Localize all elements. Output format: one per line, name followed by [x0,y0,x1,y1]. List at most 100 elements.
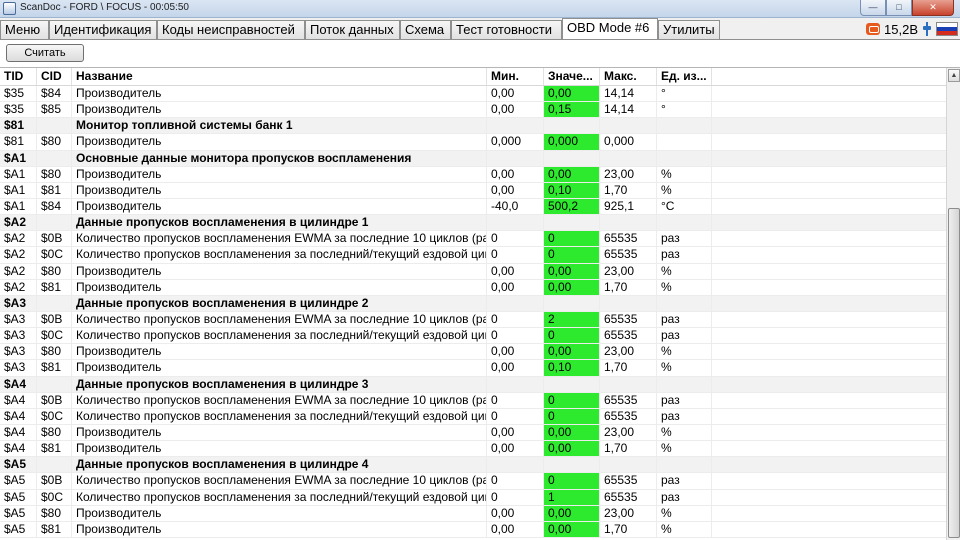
column-header-value[interactable]: Значе... [544,68,600,85]
cell-filler [712,441,946,456]
cell-unit: % [657,344,712,360]
cell-max: 1,70 [600,441,657,457]
cell-max: 65535 [600,408,657,424]
cell-filler [712,280,946,295]
app-icon [3,2,16,15]
cell-unit: % [657,505,712,521]
cell-name: Производитель [72,344,487,360]
tab-4[interactable]: Схема [400,20,451,39]
cell-unit [657,150,712,166]
tab-5[interactable]: Тест готовности [451,20,562,39]
group-row[interactable]: $A4 Данные пропусков воспламенения в цили… [0,376,946,393]
cell-tid: $A4 [0,424,37,441]
column-header-cid[interactable]: CID [37,68,72,85]
tab-7[interactable]: Утилиты [658,20,720,39]
scrollbar-thumb[interactable] [948,208,960,538]
cell-cid [37,150,72,166]
cell-min: 0 [487,392,544,408]
cell-filler [712,296,946,311]
table-row[interactable]: $A4 $80 Производитель 0,00 0,00 23,00% [0,424,946,442]
table-row[interactable]: $A2 $0B Количество пропусков воспламенения… [0,231,946,248]
table-row[interactable]: $A3 $81 Производитель 0,00 0,10 1,70% [0,360,946,377]
table-row[interactable]: $A4 $81 Производитель 0,00 0,00 1,70% [0,441,946,458]
table-row[interactable]: $A4 $0B Количество пропусков воспламенения… [0,392,946,409]
cell-filler [712,522,946,537]
tab-3[interactable]: Поток данных [305,20,400,39]
table-row[interactable]: $A1 $81 Производитель 0,00 0,10 1,70% [0,182,946,199]
table-row[interactable]: $35 $85 Производитель 0,00 0,15 14,14 ° [0,102,946,119]
cell-name: Данные пропусков воспламенения в цилиндр… [72,215,487,231]
cell-unit: % [657,166,712,182]
group-row[interactable]: $A1 Основные данные монитора пропусков во… [0,150,946,167]
table-row[interactable]: $A3 $0B Количество пропусков воспламенения… [0,311,946,329]
phone-icon[interactable] [866,23,881,35]
cell-val [544,150,600,166]
cell-filler [712,215,946,230]
tab-0[interactable]: Меню [0,20,49,39]
group-row[interactable]: $81 Монитор топливной системы банк 1 [0,118,946,135]
table-row[interactable]: $81 $80 Производитель 0,000 0,000 0,000 [0,134,946,151]
table-row[interactable]: $A2 $81 Производитель 0,00 0,00 1,70% [0,279,946,296]
table-row[interactable]: $A2 $80 Производитель 0,00 0,00 23,00% [0,263,946,280]
cell-name: Производитель [72,263,487,279]
cell-name: Производитель [72,441,487,457]
language-flag-icon[interactable] [936,22,958,36]
group-row[interactable]: $A5 Данные пропусков воспламенения в цили… [0,457,946,474]
cell-max: 1,70 [600,521,657,537]
cell-unit [657,295,712,311]
scroll-up-arrow-icon[interactable]: ▲ [948,69,960,82]
cell-val: 0,00 [544,521,600,537]
cell-filler [712,183,946,198]
group-row[interactable]: $A3 Данные пропусков воспламенения в цили… [0,295,946,312]
table-row[interactable]: $A1 $84 Производитель -40,0 500,2 925,1 °C [0,198,946,216]
table-row[interactable]: $A5 $0C Количество пропусков воспламенения… [0,489,946,506]
table-row[interactable]: $A1 $80 Производитель 0,00 0,00 23,00% [0,166,946,183]
close-button[interactable]: ✕ [912,0,954,16]
table-row[interactable]: $35 $84 Производитель 0,00 0,00 14,14 ° [0,86,946,103]
table-row[interactable]: $A5 $0B Количество пропусков воспламенения… [0,473,946,490]
vertical-scrollbar[interactable]: ▲ [946,68,960,540]
minimize-button[interactable]: — [860,0,886,16]
cell-name: Производитель [72,360,487,376]
maximize-button[interactable]: □ [886,0,912,16]
column-header-unit[interactable]: Ед. из... [657,68,712,85]
cell-tid: $A1 [0,166,37,182]
cell-filler [712,231,946,246]
column-header-max[interactable]: Макс. [600,68,657,85]
cell-max [600,118,657,134]
table-row[interactable]: $A5 $81 Производитель 0,00 0,00 1,70% [0,521,946,538]
cell-max: 65535 [600,311,657,328]
table-row[interactable]: $A4 $0C Количество пропусков воспламенения… [0,408,946,425]
cell-unit: раз [657,489,712,505]
cell-val: 0,15 [544,102,600,118]
cell-max: 23,00 [600,344,657,360]
cell-min [487,457,544,473]
cell-min [487,118,544,134]
tab-6[interactable]: OBD Mode #6 [562,18,658,40]
table-row[interactable]: $A2 $0C Количество пропусков воспламенения… [0,247,946,264]
column-header-tid[interactable]: TID [0,68,37,85]
cell-cid: $80 [37,263,72,279]
cell-unit: ° [657,102,712,118]
cell-val: 0 [544,473,600,489]
cell-min [487,150,544,166]
cell-val [544,457,600,473]
cell-val [544,215,600,231]
table-row[interactable]: $A5 $80 Производитель 0,00 0,00 23,00% [0,505,946,522]
cell-tid: $A4 [0,408,37,424]
group-row[interactable]: $A2 Данные пропусков воспламенения в цили… [0,215,946,232]
cell-max: 1,70 [600,360,657,376]
cell-max: 925,1 [600,198,657,215]
column-header-name[interactable]: Название [72,68,487,85]
cell-name: Производитель [72,505,487,521]
column-header-min[interactable]: Мин. [487,68,544,85]
cell-val: 0,00 [544,424,600,441]
tab-1[interactable]: Идентификация [49,20,157,39]
window-title: ScanDoc - FORD \ FOCUS - 00:05:50 [20,2,189,13]
read-button[interactable]: Считать [6,44,84,62]
tab-2[interactable]: Коды неисправностей [157,20,305,39]
cell-min: 0,00 [487,279,544,295]
table-row[interactable]: $A3 $80 Производитель 0,00 0,00 23,00% [0,344,946,361]
table-row[interactable]: $A3 $0C Количество пропусков воспламенения… [0,328,946,345]
cell-min: 0,00 [487,505,544,521]
